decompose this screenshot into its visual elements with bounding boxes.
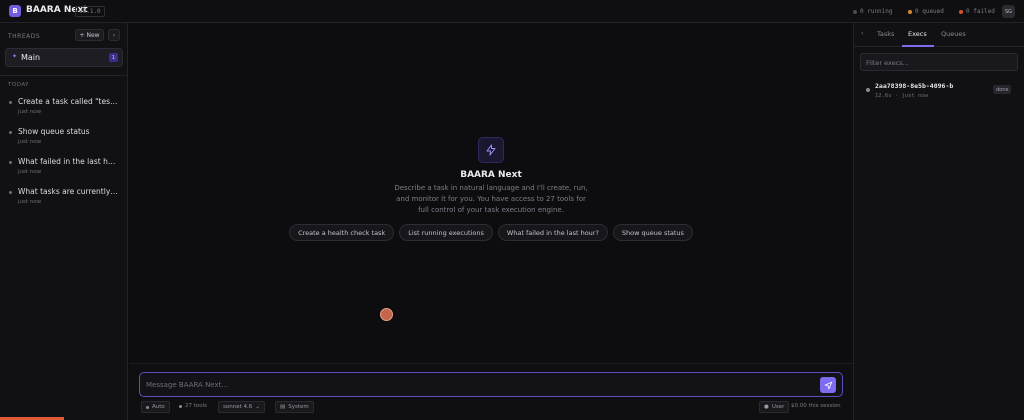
mode-selector[interactable]: Auto xyxy=(141,401,170,413)
execution-meta: 12.6s · just now xyxy=(875,93,928,99)
status-queued: 0 queued xyxy=(908,8,944,15)
hero-title: BAARA Next xyxy=(460,170,522,180)
thread-time: just now xyxy=(18,139,42,145)
suggestion-chip[interactable]: List running executions xyxy=(399,224,493,241)
thread-title: What tasks are currently running? xyxy=(18,187,118,196)
system-prompt-button[interactable]: ▤ System xyxy=(275,401,314,413)
filter-execs xyxy=(860,53,1018,71)
failed-dot-icon xyxy=(959,9,963,14)
tools-label: 27 tools xyxy=(185,403,208,409)
thread-item[interactable]: Show queue status just now xyxy=(0,127,128,153)
session-cost: $0.00 this session xyxy=(791,403,841,409)
chat-main: BAARA Next Describe a task in natural la… xyxy=(129,23,853,420)
suggestion-chip[interactable]: What failed in the last hour? xyxy=(497,224,608,241)
exec-status-dot-icon xyxy=(866,88,870,92)
composer-toolbar: Auto 27 tools sonnet 4.6 ⌄ ▤ System ● Us… xyxy=(141,401,841,413)
main-thread-label: Main xyxy=(21,53,41,62)
sidebar-item-main[interactable]: ✦ Main 1 xyxy=(5,48,123,67)
tab-tasks[interactable]: Tasks xyxy=(877,30,894,38)
execution-id: 2aa78398-8e5b-4096-b xyxy=(875,82,954,90)
status-failed: 0 failed xyxy=(959,8,995,15)
lightning-icon xyxy=(478,137,504,163)
thread-item[interactable]: What failed in the last hour? just now xyxy=(0,157,128,183)
composer-area: Auto 27 tools sonnet 4.6 ⌄ ▤ System ● Us… xyxy=(129,363,853,420)
status-running-label: 0 running xyxy=(860,8,893,15)
user-prompt-button[interactable]: ● User xyxy=(759,401,790,413)
bullet-icon xyxy=(9,161,12,164)
chevron-down-icon: ⌄ xyxy=(255,404,260,410)
threads-sidebar: THREADS + New ‹ ✦ Main 1 TODAY Create a … xyxy=(0,23,128,420)
execution-row[interactable]: 2aa78398-8e5b-4096-b 12.6s · just now do… xyxy=(854,78,1024,104)
user-label: User xyxy=(771,404,785,410)
bullet-icon xyxy=(9,191,12,194)
thread-time: just now xyxy=(18,109,42,115)
tools-count[interactable]: 27 tools xyxy=(179,403,207,409)
threads-label: THREADS xyxy=(8,33,41,40)
send-button[interactable] xyxy=(820,377,836,393)
tab-execs[interactable]: Execs xyxy=(908,30,927,38)
panel-tabs: ‹ Tasks Execs Queues xyxy=(854,23,1024,47)
version-badge: v0.1.0 xyxy=(75,6,105,17)
status-failed-label: 0 failed xyxy=(966,8,995,15)
composer-box xyxy=(139,372,843,397)
send-icon xyxy=(824,381,832,389)
app-logo: B xyxy=(9,5,21,17)
plus-icon: + xyxy=(79,31,85,39)
mode-dot-icon xyxy=(146,405,149,409)
new-thread-label: New xyxy=(86,31,100,39)
thread-item[interactable]: What tasks are currently running? just n… xyxy=(0,187,128,213)
model-label: sonnet 4.6 xyxy=(223,404,253,410)
system-icon: ▤ xyxy=(280,404,286,410)
running-dot-icon xyxy=(853,9,857,14)
thread-time: just now xyxy=(18,169,42,175)
mode-label: Auto xyxy=(152,404,165,410)
status-running: 0 running xyxy=(853,8,893,15)
sparkle-icon: ✦ xyxy=(12,53,18,60)
model-selector[interactable]: sonnet 4.6 ⌄ xyxy=(218,401,265,413)
sidebar-divider xyxy=(0,75,128,76)
thread-title: Show queue status xyxy=(18,127,90,136)
collapse-sidebar-button[interactable]: ‹ xyxy=(108,29,120,41)
tab-queues[interactable]: Queues xyxy=(941,30,966,38)
active-tab-indicator xyxy=(902,45,934,47)
message-input[interactable] xyxy=(146,379,806,391)
main-thread-badge: 1 xyxy=(109,53,118,62)
tools-dot-icon xyxy=(179,404,182,408)
new-thread-button[interactable]: + New xyxy=(75,29,104,41)
today-label: TODAY xyxy=(8,82,30,88)
suggestion-chip[interactable]: Create a health check task xyxy=(289,224,395,241)
top-bar: B BAARA Next v0.1.0 0 running 0 queued 0… xyxy=(0,0,1024,23)
cursor-indicator xyxy=(380,308,393,321)
thread-title: What failed in the last hour? xyxy=(18,157,118,166)
suggestion-chips: Create a health check task List running … xyxy=(129,224,853,241)
system-label: System xyxy=(288,404,309,410)
user-avatar[interactable]: SG xyxy=(1002,5,1015,18)
execution-status-badge: done xyxy=(993,85,1012,94)
status-queued-label: 0 queued xyxy=(915,8,944,15)
thread-title: Create a task called "test-ping" that ru… xyxy=(18,97,118,106)
executions-panel: ‹ Tasks Execs Queues 2aa78398-8e5b-4096-… xyxy=(853,23,1024,420)
suggestion-chip[interactable]: Show queue status xyxy=(612,224,693,241)
queued-dot-icon xyxy=(908,9,912,14)
bullet-icon xyxy=(9,131,12,134)
filter-execs-input[interactable] xyxy=(866,58,1014,68)
hero-description: Describe a task in natural language and … xyxy=(394,184,588,214)
thread-item[interactable]: Create a task called "test-ping" that ru… xyxy=(0,97,128,123)
thread-time: just now xyxy=(18,199,42,205)
bullet-icon xyxy=(9,101,12,104)
collapse-panel-button[interactable]: ‹ xyxy=(861,30,863,37)
user-icon: ● xyxy=(764,404,769,410)
